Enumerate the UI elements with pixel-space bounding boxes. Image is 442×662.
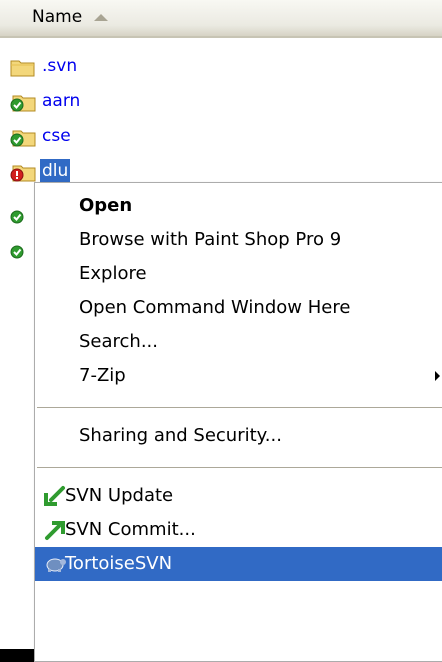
menu-item-explore[interactable]: Explore xyxy=(35,257,442,291)
menu-item-label: Open Command Window Here xyxy=(79,297,351,318)
svn-normal-folder-icon xyxy=(10,130,36,147)
file-name: .svn xyxy=(42,56,78,76)
menu-item-label: Explore xyxy=(79,263,147,284)
menu-item-open[interactable]: Open xyxy=(35,189,442,223)
menu-separator xyxy=(37,407,442,408)
tortoisesvn-icon xyxy=(46,558,66,572)
menu-item-tortoisesvn[interactable]: TortoiseSVN xyxy=(35,547,442,581)
svn-normal-folder-icon xyxy=(10,210,24,224)
menu-item-browse-paint-shop[interactable]: Browse with Paint Shop Pro 9 xyxy=(35,223,442,257)
file-name: aarn xyxy=(42,91,81,111)
menu-item-label: TortoiseSVN xyxy=(65,553,173,574)
menu-item-label: 7-Zip xyxy=(79,365,126,386)
svn-modified-folder-icon xyxy=(10,165,36,182)
menu-item-search[interactable]: Search... xyxy=(35,325,442,359)
menu-item-sharing-security[interactable]: Sharing and Security... xyxy=(35,419,442,453)
file-row-aarn[interactable]: aarn xyxy=(10,86,210,116)
menu-item-label: SVN Update xyxy=(65,485,174,506)
menu-item-open-command-window[interactable]: Open Command Window Here xyxy=(35,291,442,325)
menu-item-label: Open xyxy=(79,195,133,216)
svn-normal-folder-icon xyxy=(10,95,36,112)
name-column-label: Name xyxy=(32,7,83,27)
menu-item-svn-commit[interactable]: SVN Commit... xyxy=(35,513,442,547)
file-name: dlu xyxy=(40,159,71,183)
context-menu: Open Browse with Paint Shop Pro 9 Explor… xyxy=(34,182,442,662)
name-column-header[interactable]: Name xyxy=(0,0,442,38)
file-row-cse[interactable]: cse xyxy=(10,121,210,151)
menu-item-label: Sharing and Security... xyxy=(79,425,282,446)
menu-item-label: Browse with Paint Shop Pro 9 xyxy=(79,229,342,250)
svn-update-icon xyxy=(44,486,65,506)
menu-item-label: SVN Commit... xyxy=(65,519,196,540)
svn-normal-folder-icon xyxy=(10,245,24,259)
sort-ascending-icon xyxy=(94,14,108,21)
file-name: cse xyxy=(42,126,71,146)
svn-commit-icon xyxy=(45,521,65,540)
menu-item-svn-update[interactable]: SVN Update xyxy=(35,479,442,513)
menu-separator xyxy=(37,467,442,468)
submenu-arrow-icon xyxy=(435,371,440,381)
explorer-window: Name .svn aarn cse dlu Open Browse with … xyxy=(0,0,442,662)
file-row-svn[interactable]: .svn xyxy=(10,51,210,81)
menu-item-7zip[interactable]: 7-Zip xyxy=(35,359,442,393)
menu-item-label: Search... xyxy=(79,331,159,352)
plain-folder-icon xyxy=(10,60,35,77)
